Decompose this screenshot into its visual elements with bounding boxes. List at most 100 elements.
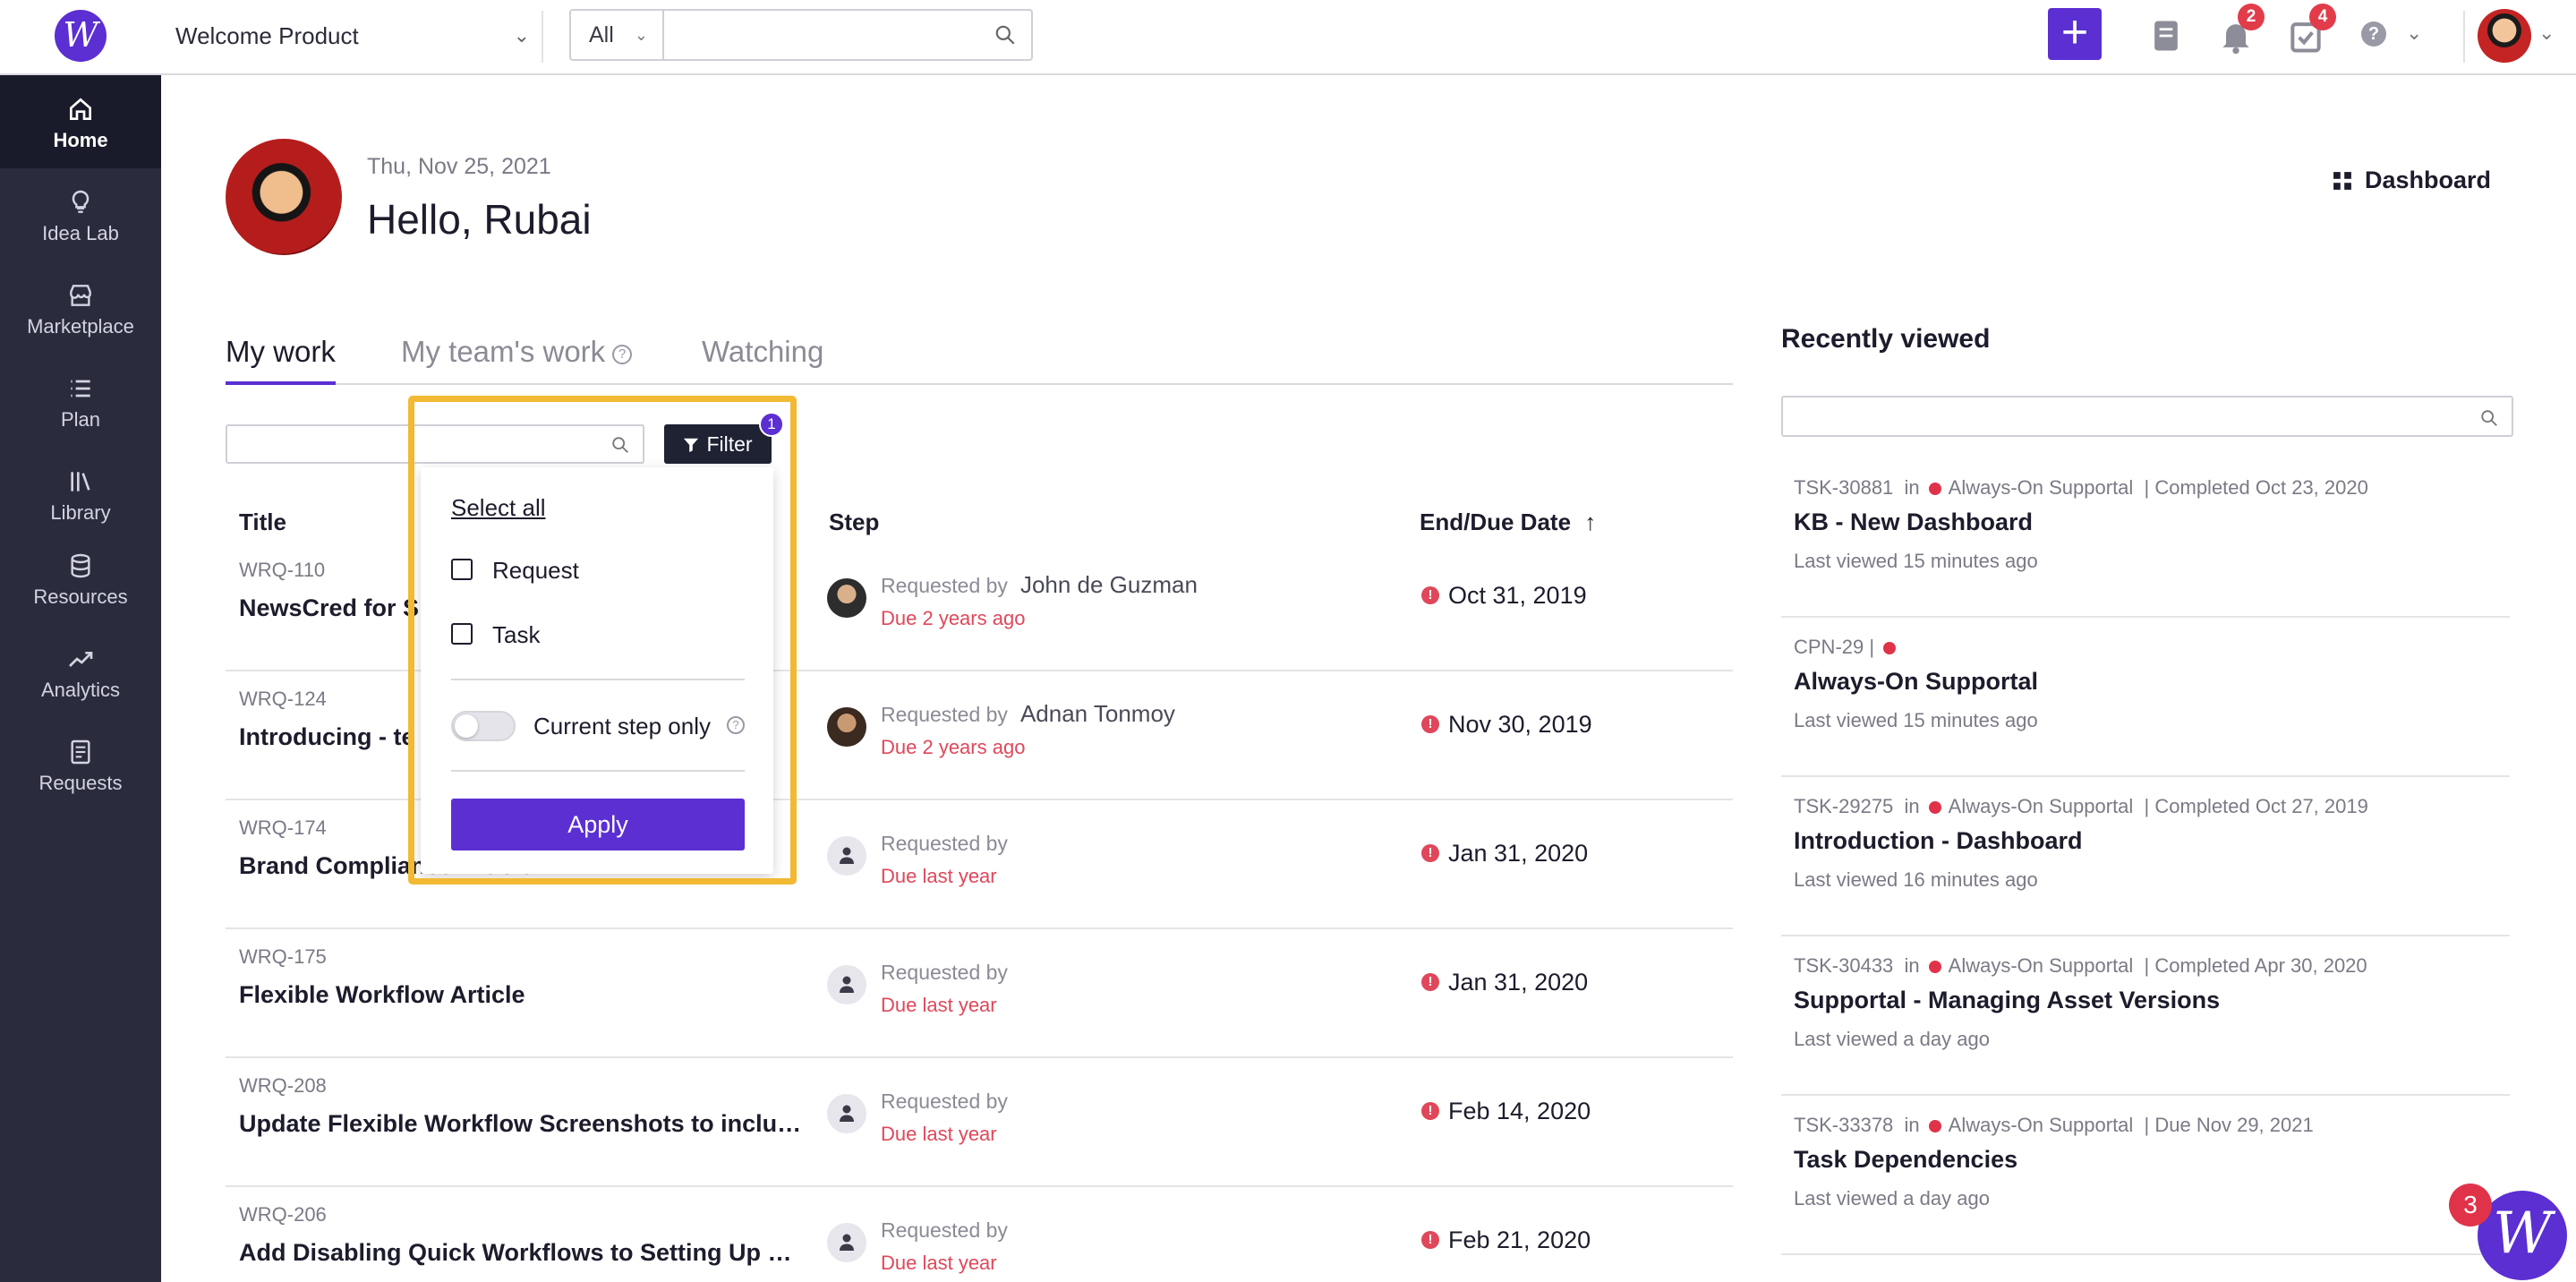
column-header-title[interactable]: Title — [239, 509, 286, 536]
sidebar-item-requests[interactable]: Requests — [0, 718, 161, 811]
requested-by: Requested by — [881, 958, 1020, 986]
sidebar-item-label: Home — [53, 129, 108, 151]
requested-by: Requested by — [881, 1087, 1020, 1115]
in-label: in — [1904, 795, 1920, 817]
sidebar-item-label: Analytics — [40, 679, 121, 701]
status-dot — [1928, 1120, 1941, 1132]
sidebar-item-label: Library — [50, 501, 111, 524]
recent-item-meta: TSK-30433 in Always-On Supportal | Comple… — [1794, 954, 2367, 978]
help-icon[interactable]: ? — [612, 345, 633, 364]
requester-avatar — [827, 578, 866, 618]
sidebar-item-home[interactable]: Home — [0, 75, 161, 168]
recent-item[interactable]: TSK-30881 in Always-On Supportal | Comple… — [1781, 458, 2510, 618]
search-icon[interactable] — [994, 23, 1017, 47]
tab-my-teams-work[interactable]: My team's work? — [401, 335, 633, 385]
in-label: in — [1904, 954, 1920, 977]
column-header-due-date[interactable]: End/Due Date ↑ — [1420, 509, 1596, 536]
requested-by-label: Requested by — [881, 832, 1008, 855]
recent-item-meta: CPN-29 | — [1794, 636, 1903, 659]
recent-item-meta: TSK-30881 in Always-On Supportal | Comple… — [1794, 476, 2368, 500]
item-status: | Due Nov 29, 2021 — [2144, 1114, 2314, 1136]
recent-item[interactable]: CPN-29 | Always-On Supportal Last viewed… — [1781, 618, 2510, 777]
search-scope-select[interactable]: All ⌄ — [571, 11, 664, 59]
requested-by: Requested by — [881, 1216, 1020, 1244]
recent-item-name[interactable]: Always-On Supportal — [1794, 668, 2038, 696]
recent-item[interactable]: TSK-30433 in Always-On Supportal | Comple… — [1781, 936, 2510, 1096]
table-row[interactable]: WRQ-206 Add Disabling Quick Workflows to… — [226, 1187, 1733, 1282]
requested-by-label: Requested by — [881, 703, 1008, 726]
column-header-step[interactable]: Step — [829, 509, 879, 536]
recent-item[interactable]: TSK-33378 in Always-On Supportal | Due No… — [1781, 1096, 2510, 1255]
project-name: Always-On Supportal — [1948, 476, 2134, 499]
recent-item-name[interactable]: KB - New Dashboard — [1794, 509, 2033, 536]
table-row[interactable]: WRQ-208 Update Flexible Workflow Screens… — [226, 1058, 1733, 1187]
sidebar-item-idea-lab[interactable]: Idea Lab — [0, 168, 161, 261]
recent-item[interactable]: TSK-29275 in Always-On Supportal | Comple… — [1781, 777, 2510, 936]
person-icon — [840, 1234, 854, 1251]
overdue-alert-icon: ! — [1421, 1231, 1439, 1249]
list-icon — [71, 380, 90, 397]
last-viewed: Last viewed a day ago — [1794, 1028, 1990, 1050]
product-selector[interactable]: Welcome Product ⌄ — [175, 18, 530, 54]
global-search: All ⌄ — [569, 9, 1033, 61]
column-header-label: End/Due Date — [1420, 509, 1572, 535]
row-id: WRQ-124 — [239, 688, 327, 710]
dashboard-button[interactable]: Dashboard — [2333, 167, 2491, 194]
row-title[interactable]: Add Disabling Quick Workflows to Setting… — [239, 1239, 812, 1267]
requested-by: Requested by John de Guzman — [881, 571, 1198, 599]
app-logo[interactable]: W — [55, 10, 107, 62]
row-title[interactable]: Update Flexible Workflow Screenshots to … — [239, 1110, 812, 1138]
sort-arrow-icon: ↑ — [1584, 509, 1597, 535]
chat-badge: 3 — [2449, 1184, 2492, 1226]
due-status: Due 2 years ago — [881, 736, 1026, 758]
user-avatar[interactable] — [2478, 9, 2531, 63]
due-status: Due last year — [881, 1252, 997, 1274]
tab-label: Watching — [702, 335, 824, 368]
tab-label: My work — [226, 335, 336, 368]
tab-my-work[interactable]: My work — [226, 335, 336, 385]
chevron-down-icon: ⌄ — [513, 24, 530, 47]
recent-item-name[interactable]: Introduction - Dashboard — [1794, 827, 2082, 855]
divider — [2463, 11, 2465, 63]
chevron-down-icon[interactable]: ⌄ — [2538, 21, 2555, 45]
requested-by-label: Requested by — [881, 574, 1008, 597]
item-id: TSK-29275 — [1794, 795, 1894, 817]
product-label: Welcome Product — [175, 22, 359, 49]
chevron-down-icon[interactable]: ⌄ — [2406, 21, 2422, 45]
due-status: Due last year — [881, 865, 997, 887]
table-row[interactable]: WRQ-175 Flexible Workflow Article Reques… — [226, 929, 1733, 1058]
page-title: Hello, Rubai — [367, 196, 592, 243]
sidebar-item-label: Plan — [60, 408, 101, 431]
create-button[interactable]: + — [2048, 8, 2102, 60]
sidebar-item-analytics[interactable]: Analytics — [0, 625, 161, 718]
recent-item-name[interactable]: Task Dependencies — [1794, 1146, 2017, 1174]
recently-viewed-search-input[interactable] — [1781, 396, 2513, 437]
sidebar-item-resources[interactable]: Resources — [0, 532, 161, 625]
due-date: Nov 30, 2019 — [1448, 711, 1592, 738]
status-dot — [1928, 961, 1941, 973]
requester-avatar — [827, 1094, 866, 1133]
database-icon — [71, 553, 90, 578]
due-date: Jan 31, 2020 — [1448, 840, 1589, 867]
item-id: TSK-33378 — [1794, 1114, 1894, 1136]
sidebar-item-marketplace[interactable]: Marketplace — [0, 261, 161, 355]
project-name: Always-On Supportal — [1948, 795, 2134, 817]
sidebar-item-label: Marketplace — [27, 315, 134, 338]
overdue-alert-icon: ! — [1421, 586, 1439, 604]
item-id: TSK-30433 — [1794, 954, 1894, 977]
tab-watching[interactable]: Watching — [702, 335, 823, 385]
recent-item-name[interactable]: Supportal - Managing Asset Versions — [1794, 987, 2220, 1014]
search-scope-label: All — [589, 22, 614, 47]
global-search-input[interactable] — [668, 14, 990, 56]
highlight-frame — [408, 396, 797, 885]
work-tabs: My work My team's work? Watching — [226, 331, 1733, 385]
row-title[interactable]: Flexible Workflow Article — [239, 981, 812, 1009]
help-icon[interactable]: ? — [2361, 21, 2386, 47]
sidebar-item-library[interactable]: Library — [0, 448, 161, 541]
notebook-icon[interactable] — [2146, 16, 2186, 56]
item-status: | Completed Apr 30, 2020 — [2144, 954, 2367, 977]
due-date: Oct 31, 2019 — [1448, 582, 1587, 609]
sidebar-item-plan[interactable]: Plan — [0, 355, 161, 448]
grid-icon — [2333, 172, 2351, 190]
item-status: | Completed Oct 27, 2019 — [2144, 795, 2368, 817]
